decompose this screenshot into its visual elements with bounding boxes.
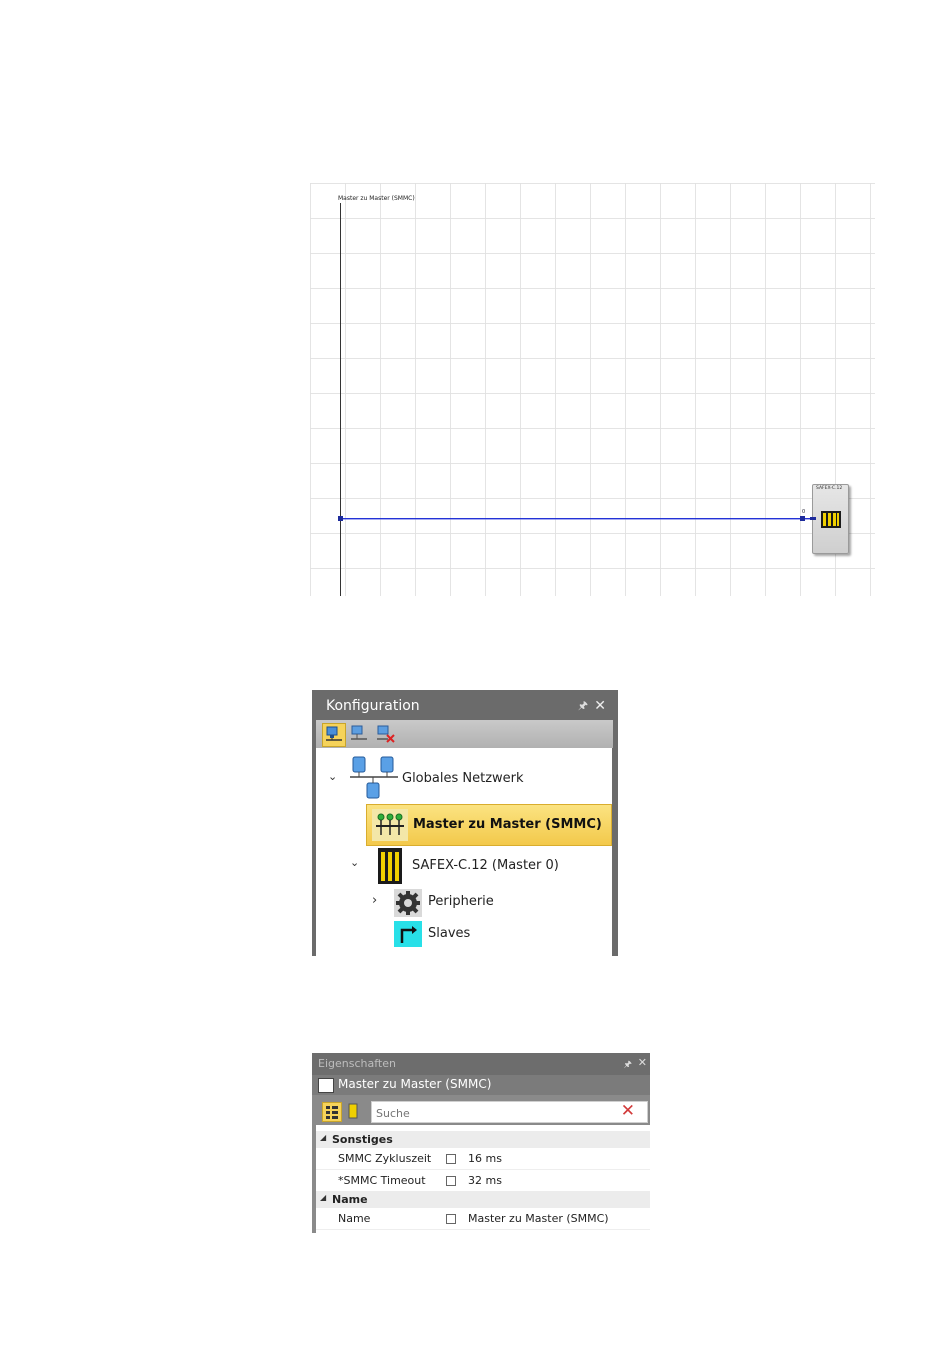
panel-title: Konfiguration [326, 698, 420, 714]
gear-icon [394, 889, 422, 917]
collapse-triangle-icon[interactable]: ◢ [320, 1133, 326, 1142]
tree-item-globales-netzwerk[interactable]: ⌄ Globales Netzwerk [316, 752, 612, 802]
chevron-down-icon[interactable]: ⌄ [350, 856, 359, 869]
bus-label: Master zu Master (SMMC) [338, 195, 415, 202]
categorized-icon [326, 1106, 338, 1119]
tree-item-peripherie[interactable]: › Peripherie [316, 888, 612, 918]
alphabetical-view-button[interactable] [344, 1102, 362, 1120]
panel-title: Eigenschaften [318, 1057, 396, 1070]
eigenschaften-titlebar: Eigenschaften 🖈 ✕ [312, 1053, 650, 1075]
pin-icon[interactable]: 🖈 [624, 1057, 632, 1073]
konfiguration-toolbar [316, 720, 613, 748]
property-row[interactable]: SMMC Zykluszeit 16 ms [316, 1148, 650, 1170]
category-label: Sonstiges [332, 1133, 393, 1146]
tree-item-label: SAFEX-C.12 (Master 0) [412, 858, 559, 873]
slaves-icon [394, 921, 422, 947]
property-value[interactable]: Master zu Master (SMMC) [468, 1212, 609, 1225]
collapse-triangle-icon[interactable]: ◢ [320, 1193, 326, 1202]
tree-item-label: Master zu Master (SMMC) [413, 817, 602, 832]
konfiguration-titlebar: Konfiguration 🖈 ✕ [316, 693, 614, 719]
property-name: SMMC Zykluszeit [338, 1152, 432, 1165]
controller-icon [378, 848, 402, 884]
property-value[interactable]: 32 ms [468, 1174, 502, 1187]
property-row[interactable]: Name Master zu Master (SMMC) [316, 1208, 650, 1230]
close-icon[interactable]: ✕ [638, 1056, 647, 1069]
category-name[interactable]: ◢ Name [316, 1191, 650, 1208]
network-remove-icon [377, 725, 395, 743]
eigenschaften-panel: Eigenschaften 🖈 ✕ Master zu Master (SMMC… [312, 1053, 650, 1233]
network-button[interactable] [348, 723, 370, 745]
edit-icon[interactable] [446, 1214, 456, 1224]
property-row[interactable]: *SMMC Timeout 32 ms [316, 1170, 650, 1192]
tree-item-label: Peripherie [428, 894, 494, 909]
search-field[interactable]: ✕ [371, 1101, 648, 1124]
tree-item-label: Globales Netzwerk [402, 771, 524, 786]
pin-icon[interactable]: 🖈 [578, 693, 588, 719]
search-input[interactable] [374, 1103, 618, 1124]
device-label: SAFEX-C.12 [816, 486, 843, 491]
bus-network-icon [372, 809, 408, 841]
port-dot[interactable] [800, 516, 805, 521]
close-icon[interactable]: ✕ [594, 693, 606, 719]
device-port[interactable] [810, 517, 816, 520]
property-name: *SMMC Timeout [338, 1174, 426, 1187]
device-node-safex[interactable]: SAFEX-C.12 [810, 484, 849, 554]
property-name: Name [338, 1212, 371, 1225]
network-remove-button[interactable] [374, 723, 396, 745]
bus-node-dot[interactable] [338, 516, 343, 521]
tree-item-slaves[interactable]: Slaves [316, 920, 612, 950]
tree-item-safex-master[interactable]: ⌄ SAFEX-C.12 (Master 0) [316, 848, 612, 888]
selected-object-title: Master zu Master (SMMC) [338, 1077, 492, 1091]
network-add-icon [326, 726, 342, 741]
bus-vertical-line [340, 203, 341, 596]
global-network-icon [350, 756, 398, 799]
chevron-down-icon[interactable]: ⌄ [328, 770, 337, 783]
controller-icon [821, 511, 841, 528]
bus-network-icon [318, 1078, 334, 1093]
network-icon [351, 725, 367, 740]
konfiguration-tree: ⌄ Globales Netzwerk Master zu Master (SM… [316, 748, 612, 956]
clear-search-icon[interactable]: ✕ [621, 1101, 635, 1121]
edit-icon[interactable] [446, 1154, 456, 1164]
category-sonstiges[interactable]: ◢ Sonstiges [316, 1131, 650, 1148]
property-value[interactable]: 16 ms [468, 1152, 502, 1165]
konfiguration-panel: Konfiguration 🖈 ✕ ⌄ Globales Netzwerk Ma… [312, 690, 618, 956]
chevron-right-icon[interactable]: › [372, 893, 377, 908]
selected-object-bar: Master zu Master (SMMC) [312, 1075, 650, 1095]
category-label: Name [332, 1193, 368, 1206]
tree-item-master-zu-master[interactable]: Master zu Master (SMMC) [366, 804, 612, 846]
property-grid: ◢ Sonstiges SMMC Zykluszeit 16 ms *SMMC … [312, 1125, 650, 1233]
categorized-view-button[interactable] [322, 1102, 342, 1122]
port-number: 0 [802, 509, 806, 515]
bus-connection-line[interactable] [340, 518, 813, 519]
tree-item-label: Slaves [428, 926, 471, 941]
device-icon [348, 1103, 358, 1119]
network-add-button[interactable] [322, 723, 346, 747]
properties-toolbar: ✕ [312, 1095, 650, 1125]
edit-icon[interactable] [446, 1176, 456, 1186]
network-diagram-canvas[interactable]: Master zu Master (SMMC) 0 SAFEX-C.12 [310, 183, 875, 596]
